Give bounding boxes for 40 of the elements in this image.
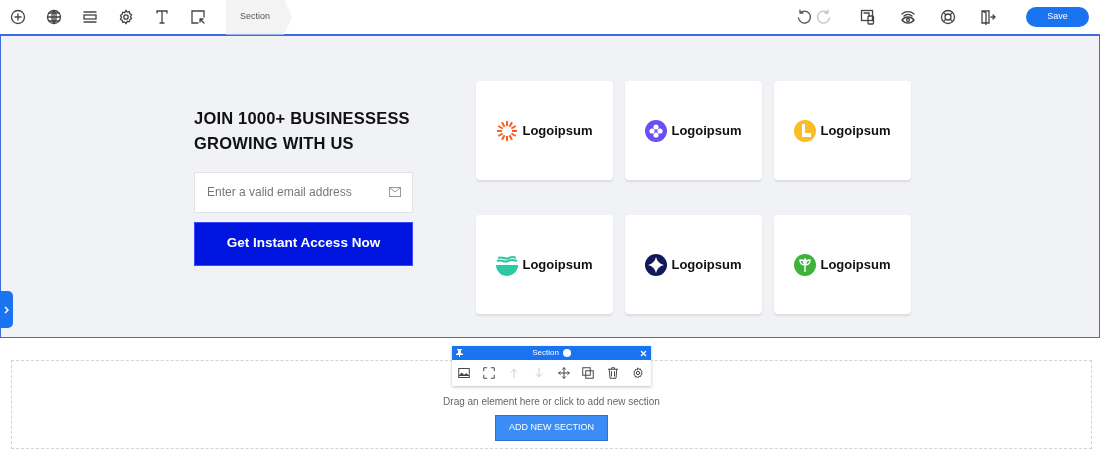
rows-icon (82, 9, 98, 25)
heading: JOIN 1000+ BUSINESSESS GROWING WITH US (194, 108, 411, 154)
toolbar-title: Section (532, 347, 559, 359)
expand-icon (483, 367, 496, 379)
redo-icon (816, 9, 832, 25)
pin-icon[interactable] (456, 349, 463, 357)
chevron-right-icon (4, 305, 9, 314)
logo-text: Logoipsum (522, 255, 593, 274)
logo-text: Logoipsum (820, 121, 891, 140)
close-icon[interactable] (640, 349, 647, 357)
cta-button[interactable]: Get Instant Access Now (194, 221, 413, 266)
breadcrumb[interactable]: Section (226, 0, 293, 35)
settings-icon (118, 9, 134, 25)
logo-text: Logoipsum (820, 255, 891, 274)
add-icon (10, 9, 26, 25)
email-field[interactable]: Enter a valid email address (194, 171, 413, 213)
globe-icon (46, 9, 62, 25)
preview-icon (900, 9, 916, 25)
logo-text: Logoipsum (522, 121, 593, 140)
logo-text: Logoipsum (671, 121, 742, 140)
move-icon (557, 367, 570, 379)
save-button[interactable]: Save (1026, 7, 1089, 27)
add-section-button[interactable]: ADD NEW SECTION (495, 415, 608, 441)
exit-icon (980, 9, 996, 25)
trash-icon (607, 367, 620, 379)
undo-icon (796, 9, 812, 25)
drop-hint: Drag an element here or click to add new section (443, 395, 660, 409)
info-icon[interactable] (562, 349, 571, 357)
copy-icon (582, 367, 595, 379)
logo-text: Logoipsum (671, 255, 742, 274)
sidebar-toggle[interactable] (0, 291, 13, 328)
help-icon (940, 9, 956, 25)
image-icon (458, 367, 471, 379)
select-icon (190, 9, 206, 25)
devices-icon (860, 9, 876, 25)
arrow-up-icon (508, 367, 520, 379)
arrow-down-icon (532, 367, 545, 379)
envelope-icon (389, 186, 401, 197)
settings-icon (631, 367, 644, 379)
text-icon (154, 9, 170, 25)
